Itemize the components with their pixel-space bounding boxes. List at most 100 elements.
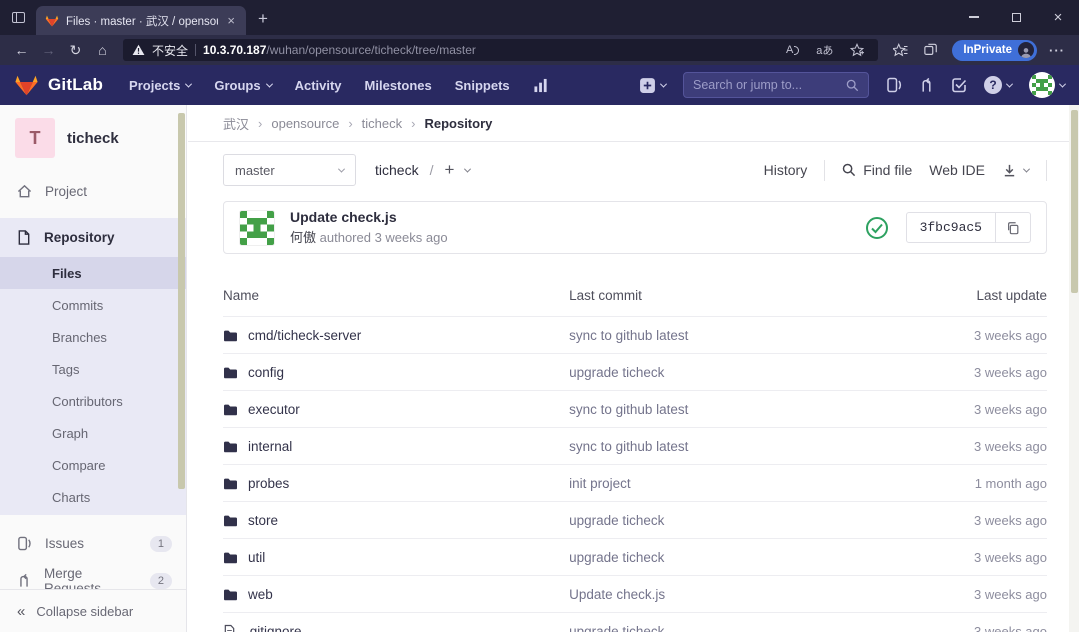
breadcrumb: 武汉 › opensource › ticheck › Repository bbox=[188, 105, 1069, 142]
download-menu-button[interactable] bbox=[1002, 163, 1029, 178]
merge-requests-icon[interactable] bbox=[919, 77, 934, 93]
new-tab-button[interactable]: + bbox=[258, 9, 268, 29]
sidebar-item-graph[interactable]: Graph bbox=[0, 417, 186, 449]
nav-activity[interactable]: Activity bbox=[295, 78, 342, 93]
sidebar-item-tags[interactable]: Tags bbox=[0, 353, 186, 385]
file-link[interactable]: internal bbox=[248, 439, 292, 454]
breadcrumb-group[interactable]: 武汉 bbox=[223, 114, 249, 133]
new-menu-button[interactable] bbox=[639, 77, 666, 94]
sidebar-item-contributors[interactable]: Contributors bbox=[0, 385, 186, 417]
sidebar-item-repository[interactable]: Repository bbox=[0, 218, 186, 257]
commit-message-link[interactable]: upgrade ticheck bbox=[569, 365, 664, 380]
commit-message-link[interactable]: upgrade ticheck bbox=[569, 550, 664, 565]
commit-sha[interactable]: 3fbc9ac5 bbox=[906, 212, 996, 243]
sidebar-item-compare[interactable]: Compare bbox=[0, 449, 186, 481]
browser-tab[interactable]: Files · master · 武汉 / opensourc × bbox=[36, 6, 246, 35]
add-file-button[interactable]: + bbox=[444, 160, 454, 180]
folder-icon bbox=[223, 551, 238, 564]
sidebar-item-issues[interactable]: Issues 1 bbox=[0, 525, 186, 562]
inprivate-badge[interactable]: InPrivate bbox=[952, 40, 1037, 61]
nav-projects[interactable]: Projects bbox=[129, 78, 191, 93]
breadcrumb-current: Repository bbox=[424, 116, 492, 131]
folder-icon bbox=[223, 477, 238, 490]
chevron-down-icon bbox=[338, 165, 345, 172]
file-link[interactable]: store bbox=[248, 513, 278, 528]
file-link[interactable]: config bbox=[248, 365, 284, 380]
issues-icon[interactable] bbox=[886, 77, 902, 93]
tab-actions-button[interactable] bbox=[0, 0, 36, 35]
folder-icon bbox=[223, 403, 238, 416]
commit-author-identicon bbox=[239, 210, 275, 246]
search-input[interactable] bbox=[693, 78, 840, 92]
commit-message-link[interactable]: sync to github latest bbox=[569, 402, 688, 417]
tab-close-icon[interactable]: × bbox=[225, 14, 237, 27]
table-row: config upgrade ticheck 3 weeks ago bbox=[223, 354, 1047, 391]
commit-message-link[interactable]: sync to github latest bbox=[569, 328, 688, 343]
sidebar-scrollbar-thumb[interactable] bbox=[178, 113, 185, 489]
table-row: probes init project 1 month ago bbox=[223, 465, 1047, 502]
window-maximize-button[interactable] bbox=[995, 0, 1037, 34]
web-ide-button[interactable]: Web IDE bbox=[929, 162, 985, 178]
file-link[interactable]: probes bbox=[248, 476, 289, 491]
history-button[interactable]: History bbox=[764, 162, 808, 178]
forward-button[interactable]: → bbox=[35, 42, 62, 58]
refresh-button[interactable]: ↻ bbox=[62, 42, 89, 59]
pipeline-status-passed-icon[interactable] bbox=[865, 216, 889, 240]
nav-milestones[interactable]: Milestones bbox=[365, 78, 432, 93]
translate-icon[interactable]: aあ bbox=[811, 42, 838, 58]
breadcrumb-separator: › bbox=[258, 116, 262, 131]
table-row: util upgrade ticheck 3 weeks ago bbox=[223, 539, 1047, 576]
commit-author-link[interactable]: 何傲 bbox=[290, 230, 316, 245]
commit-message-link[interactable]: upgrade ticheck bbox=[569, 624, 664, 632]
page-scrollbar[interactable] bbox=[1069, 105, 1079, 632]
todos-icon[interactable] bbox=[951, 77, 967, 93]
workspaces-icon bbox=[12, 12, 25, 23]
chevron-down-icon[interactable] bbox=[464, 165, 471, 172]
add-favorite-icon[interactable] bbox=[845, 43, 869, 57]
file-link[interactable]: executor bbox=[248, 402, 300, 417]
find-file-button[interactable]: Find file bbox=[842, 162, 912, 178]
window-minimize-button[interactable] bbox=[953, 0, 995, 34]
read-aloud-icon[interactable]: A bbox=[781, 44, 804, 56]
copy-sha-button[interactable] bbox=[996, 212, 1031, 243]
page-scrollbar-thumb[interactable] bbox=[1071, 110, 1078, 293]
user-menu[interactable] bbox=[1029, 72, 1065, 98]
commit-message-link[interactable]: Update check.js bbox=[569, 587, 665, 602]
commit-message-link[interactable]: upgrade ticheck bbox=[569, 513, 664, 528]
chevron-down-icon bbox=[1059, 80, 1066, 87]
sidebar-item-commits[interactable]: Commits bbox=[0, 289, 186, 321]
breadcrumb-project[interactable]: ticheck bbox=[362, 116, 402, 131]
gitlab-logo[interactable]: GitLab bbox=[14, 73, 103, 98]
table-row: .gitignore upgrade ticheck 3 weeks ago bbox=[223, 613, 1047, 632]
home-button[interactable]: ⌂ bbox=[89, 42, 116, 58]
address-bar[interactable]: 不安全 10.3.70.187/wuhan/opensource/ticheck… bbox=[123, 39, 878, 61]
commit-title-link[interactable]: Update check.js bbox=[290, 209, 448, 225]
breadcrumb-separator: › bbox=[348, 116, 352, 131]
help-menu[interactable]: ? bbox=[984, 76, 1012, 94]
settings-more-icon[interactable]: ··· bbox=[1043, 43, 1071, 58]
file-link[interactable]: cmd/ticheck-server bbox=[248, 328, 361, 343]
nav-snippets[interactable]: Snippets bbox=[455, 78, 510, 93]
repo-root-link[interactable]: ticheck bbox=[375, 162, 419, 178]
commit-message-link[interactable]: sync to github latest bbox=[569, 439, 688, 454]
sidebar-item-branches[interactable]: Branches bbox=[0, 321, 186, 353]
project-header[interactable]: T ticheck bbox=[0, 105, 186, 173]
back-button[interactable]: ← bbox=[8, 42, 35, 58]
file-link[interactable]: util bbox=[248, 550, 265, 565]
charts-icon[interactable] bbox=[533, 78, 549, 93]
window-close-button[interactable]: × bbox=[1037, 0, 1079, 34]
collapse-sidebar-button[interactable]: « Collapse sidebar bbox=[0, 589, 186, 632]
sidebar-item-charts[interactable]: Charts bbox=[0, 481, 186, 513]
sidebar-item-project[interactable]: Project bbox=[0, 173, 186, 210]
branch-selector[interactable]: master bbox=[223, 154, 356, 186]
collections-icon[interactable] bbox=[916, 43, 946, 57]
nav-groups[interactable]: Groups bbox=[214, 78, 271, 93]
sidebar-item-files[interactable]: Files bbox=[0, 257, 186, 289]
commit-message-link[interactable]: init project bbox=[569, 476, 631, 491]
global-search[interactable] bbox=[683, 72, 869, 98]
breadcrumb-subgroup[interactable]: opensource bbox=[271, 116, 339, 131]
favorites-hub-icon[interactable] bbox=[885, 43, 916, 57]
home-icon bbox=[17, 184, 32, 199]
file-link[interactable]: web bbox=[248, 587, 273, 602]
file-link[interactable]: .gitignore bbox=[246, 624, 302, 632]
